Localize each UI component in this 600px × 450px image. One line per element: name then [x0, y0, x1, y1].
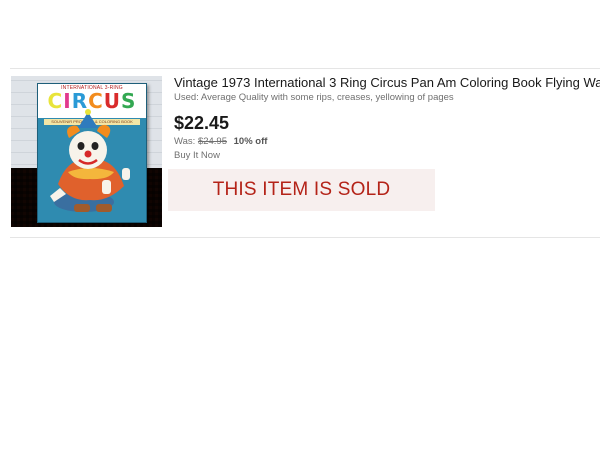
discount-badge: 10% off	[233, 136, 268, 147]
listing-condition: Used: Average Quality with some rips, cr…	[174, 92, 454, 103]
coloring-book-cover: INTERNATIONAL 3-RING CIRCUS SOUVENIR PRO…	[37, 83, 147, 223]
sold-banner-text: THIS ITEM IS SOLD	[212, 179, 391, 200]
listing-title-link[interactable]: Vintage 1973 International 3 Ring Circus…	[174, 75, 600, 91]
sold-banner: THIS ITEM IS SOLD	[168, 169, 435, 211]
listing-price: $22.45	[174, 113, 230, 133]
buying-format: Buy It Now	[174, 150, 220, 161]
listing-card[interactable]: INTERNATIONAL 3-RING CIRCUS SOUVENIR PRO…	[10, 68, 600, 238]
listing-thumbnail[interactable]: INTERNATIONAL 3-RING CIRCUS SOUVENIR PRO…	[11, 76, 162, 227]
was-price-row: Was: $24.95 10% off	[174, 136, 267, 147]
was-price: $24.95	[197, 136, 227, 147]
was-label: Was:	[174, 136, 196, 147]
clown-illustration	[50, 109, 130, 212]
